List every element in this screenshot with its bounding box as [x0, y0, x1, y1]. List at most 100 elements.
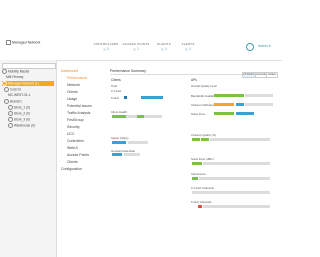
- folder-icon: [4, 87, 9, 92]
- user-label: Admin: [258, 44, 268, 48]
- client-health-bar-mid: [137, 115, 144, 118]
- gear-icon[interactable]: [246, 43, 254, 51]
- chq-bar-1: [192, 138, 200, 141]
- channel-util-track: [245, 103, 273, 106]
- header-title-row[interactable]: Managed Network: [6, 40, 40, 45]
- ap-row-noise-floor: Noise Floor: [191, 112, 206, 116]
- bandwidth-bar: [214, 94, 244, 97]
- stat-access-points[interactable]: ACCESS POINTS 1: [122, 42, 150, 51]
- client-row-5ghz: 5 GHz: [111, 96, 119, 100]
- menu-performance[interactable]: Performance: [67, 76, 87, 80]
- ap-row-5-channels: 5 GHz Channels: [191, 200, 212, 204]
- stat-controllers-value: 1: [107, 47, 109, 51]
- ap-row-interference: Interference: [191, 172, 206, 176]
- channels-5-red: [198, 205, 202, 208]
- channel-util-bar: [214, 103, 234, 106]
- tree-item-cust[interactable]: Cust-01: [4, 87, 21, 92]
- speed-label: Speed (Gbps): [111, 136, 129, 140]
- tab-5ghz[interactable]: 5 GHz: [266, 72, 278, 78]
- chq-track: [210, 138, 270, 141]
- tree-item-managed-network[interactable]: Managed Network (1): [2, 81, 54, 86]
- tree-item-label: Store_1 (0): [14, 105, 30, 110]
- client-5ghz-bar-small: [124, 96, 127, 99]
- channels-24-track: [192, 191, 270, 194]
- menu-potential-issues[interactable]: Potential Issues: [67, 104, 92, 108]
- tree-item-label: Store_3 (0): [14, 117, 30, 122]
- menu-ucc[interactable]: UCC: [67, 132, 75, 136]
- network-icon: [6, 40, 11, 45]
- tree-item-warehouse[interactable]: Warehouse (0): [8, 123, 35, 128]
- tree-item-label: MM-Primary: [6, 75, 24, 79]
- ap-row-channel-util: Channel Utilization: [191, 103, 215, 107]
- noise-dbm-bar: [192, 162, 202, 165]
- menu-clients-2[interactable]: Clients: [67, 160, 78, 164]
- tree-item-branch[interactable]: Branch1: [4, 99, 22, 104]
- tree-item-label: Mobility Master: [8, 69, 30, 74]
- folder-icon: [2, 81, 7, 86]
- clients-icon: [161, 47, 165, 51]
- folder-icon: [8, 105, 13, 110]
- chq-bar-2: [201, 138, 209, 141]
- menu-security[interactable]: Security: [67, 125, 80, 129]
- goodput-bar: [112, 153, 122, 156]
- tree-item-label: Managed Network (1): [8, 81, 39, 86]
- bandwidth-track: [245, 94, 273, 97]
- header-title: Managed Network: [12, 40, 41, 45]
- tree-item-label: Cust-01: [10, 87, 22, 92]
- tree-item-label: MC-WEST-01-1: [8, 93, 31, 97]
- tree-item-store-3[interactable]: Store_3 (0): [8, 117, 30, 122]
- stat-ap-label: ACCESS POINTS: [122, 42, 150, 46]
- ap-row-noise-dbm: Noise Floor (dBm): [191, 157, 214, 161]
- tree-item-mobility-master[interactable]: Mobility Master: [2, 69, 29, 74]
- tree-item-label: Warehouse (0): [14, 123, 35, 128]
- stat-controllers-label: CONTROLLERS: [93, 42, 119, 46]
- tree-item-store-2[interactable]: Store_2 (0): [8, 111, 30, 116]
- menu-traffic-analysis[interactable]: Traffic Analysis: [67, 111, 90, 115]
- stat-alerts-value: 1: [189, 47, 191, 51]
- menu-controllers[interactable]: Controllers: [67, 139, 84, 143]
- folder-icon: [4, 99, 9, 104]
- user-menu[interactable]: Admin ▾: [258, 44, 271, 48]
- noise-dbm-track: [203, 162, 270, 165]
- menu-firstgroup[interactable]: FirstGroup: [67, 118, 84, 122]
- folder-icon: [8, 123, 13, 128]
- ap-row-channel-quality: Channel Quality (%): [191, 133, 217, 137]
- tree-item-store-1[interactable]: Store_1 (0): [8, 105, 30, 110]
- speed-bar: [112, 141, 126, 144]
- client-5ghz-bar: [141, 96, 163, 99]
- menu-usage[interactable]: Usage: [67, 97, 77, 101]
- stat-controllers[interactable]: CONTROLLERS 1: [92, 42, 120, 51]
- interference-bar: [192, 177, 198, 180]
- goodput-track: [124, 153, 140, 156]
- menu-access-points[interactable]: Access Points: [67, 153, 89, 157]
- chevron-down-icon: ▾: [268, 44, 271, 48]
- noise-bar-2: [236, 112, 254, 115]
- tree-item-label: Store_2 (0): [14, 111, 30, 116]
- menu-configuration[interactable]: Configuration: [61, 167, 82, 171]
- alerts-icon: [185, 47, 189, 51]
- menu-dashboard[interactable]: Dashboard: [61, 69, 78, 73]
- clients-header: Clients: [111, 78, 121, 82]
- folder-icon: [8, 111, 13, 116]
- tree-item-mm-primary[interactable]: MM-Primary: [6, 75, 23, 80]
- panel-title: Performance Summary: [110, 69, 146, 73]
- controller-icon: [103, 47, 107, 51]
- aps-header: APs: [191, 78, 197, 82]
- ap-row-overall-quality: Overall Quality Level: [191, 84, 217, 88]
- stat-alerts-label: ALERTS: [181, 42, 195, 46]
- menu-clients[interactable]: Clients: [67, 90, 78, 94]
- stat-alerts[interactable]: ALERTS 1: [174, 42, 202, 51]
- interference-track: [199, 177, 270, 180]
- tab-all-radios[interactable]: All Radios: [242, 72, 256, 78]
- menu-network[interactable]: Network: [67, 83, 80, 87]
- folder-icon: [8, 117, 13, 122]
- ap-row-24-channels: 2.4 GHz Channels: [191, 186, 214, 190]
- menu-webui[interactable]: WebUI: [67, 146, 78, 150]
- channel-util-bar-2: [236, 103, 244, 106]
- noise-bar: [214, 112, 234, 115]
- stat-clients-value: 1: [165, 47, 167, 51]
- client-row-total: Total: [111, 84, 117, 88]
- speed-track: [128, 141, 148, 144]
- ap-icon: [133, 47, 137, 51]
- tree-item-controller[interactable]: MC-WEST-01-1: [8, 93, 31, 98]
